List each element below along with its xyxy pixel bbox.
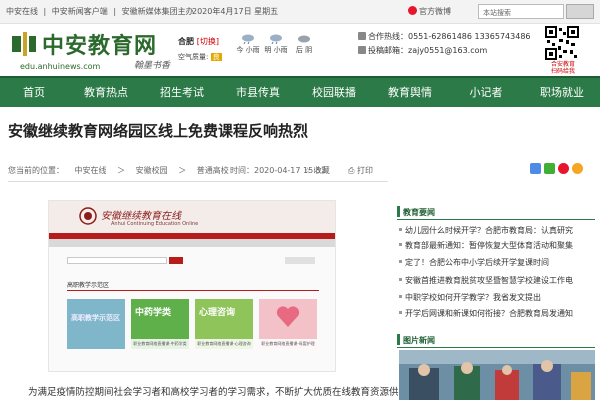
nav-item-career[interactable]: 职场就业 xyxy=(524,78,600,107)
article-image: 安徽继续教育在线 Anhui Continuing Education Onli… xyxy=(48,200,336,372)
embedded-section-line xyxy=(67,290,319,291)
star-icon: ☆ xyxy=(304,166,312,175)
current-date: 2020年4月17日 星期五 xyxy=(192,7,279,16)
wechat-icon[interactable] xyxy=(544,163,555,174)
sidebar-news-item[interactable]: 安徽首推进教育脱贫攻坚暨智慧学校建设工作电 xyxy=(399,275,593,286)
qr-code-icon xyxy=(545,26,579,60)
top-links: 中安在线 | 中安新闻客户端 | 安徽新媒体集团主办 xyxy=(6,6,197,17)
phone-icon xyxy=(358,32,366,40)
top-link-zhongan[interactable]: 中安在线 xyxy=(6,7,38,16)
weather-city: 合肥 [切换] xyxy=(178,37,220,46)
main-nav: 首页 教育热点 招生考试 市县传真 校园联播 教育舆情 小记者 职场就业 xyxy=(0,76,600,107)
embedded-section-title: 高职教学示范区 xyxy=(67,282,110,289)
heart-hands-icon xyxy=(276,306,300,327)
top-link-divider: | xyxy=(113,7,117,16)
printer-icon: ⎙ xyxy=(348,166,355,175)
embedded-search-box xyxy=(67,257,167,264)
top-utility-bar: 中安在线 | 中安新闻客户端 | 安徽新媒体集团主办 2020年4月17日 星期… xyxy=(0,0,600,24)
article-title: 安徽继续教育网络园区线上免费课程反响热烈 xyxy=(8,122,309,140)
top-link-sponsor[interactable]: 安徽新媒体集团主办 xyxy=(122,7,194,16)
embedded-login-area xyxy=(285,257,315,264)
mail-icon xyxy=(358,46,366,54)
sidebar-news-item[interactable]: 开学后网课和新课如何衔接？合肥教育局发通知 xyxy=(399,308,593,319)
weather-day-today: 今 小雨 xyxy=(234,34,262,55)
air-quality-badge: 良 xyxy=(210,53,222,61)
nav-item-home[interactable]: 首页 xyxy=(0,78,68,107)
weather-day-tomorrow: 明 小雨 xyxy=(262,34,290,55)
logo-name: 中安教育网 xyxy=(42,33,158,59)
nav-item-counties[interactable]: 市县传真 xyxy=(220,78,296,107)
sidebar-news-item[interactable]: 中职学校如何开学教学？我省发文提出 xyxy=(399,292,593,303)
article-body-paragraph: 为满足疫情防控期间社会学习者和高校学习者的学习需求，不断扩大优质在线教育资源供 xyxy=(28,387,399,398)
site-search-input[interactable]: 本站搜索 xyxy=(478,4,564,19)
sidebar-news-header: 教育要闻 xyxy=(397,204,595,220)
nav-item-hot[interactable]: 教育热点 xyxy=(68,78,144,107)
logo-mark-icon xyxy=(12,32,36,56)
weibo-icon xyxy=(408,6,417,15)
top-link-divider: | xyxy=(43,7,47,16)
sidebar-news-item[interactable]: 幼儿园什么时候开学？合肥市教育局：认真研究 xyxy=(399,225,593,236)
embedded-tile: 心理咨询 职业教育网络直播课·心理咨询 xyxy=(195,299,253,349)
top-link-app[interactable]: 中安新闻客户端 xyxy=(52,7,108,16)
weather-day-after: 后 阴 xyxy=(290,34,318,55)
sidebar-news-item[interactable]: 教育部最新通知：暂停恢复大型体育活动和聚集 xyxy=(399,240,593,251)
print-button[interactable]: ⎙ 打印 xyxy=(348,165,373,176)
breadcrumb-link-zhongan[interactable]: 中安在线 xyxy=(75,166,107,175)
sidebar-photo-header: 图片新闻 xyxy=(397,332,595,348)
breadcrumb-separator: ＞ xyxy=(178,166,187,175)
nav-item-reporter[interactable]: 小记者 xyxy=(448,78,524,107)
official-weibo-link[interactable]: 官方微博 xyxy=(408,6,451,17)
site-header: 中安教育网 edu.anhuinews.com 翰墨书香 合肥 [切换] 空气质… xyxy=(0,24,600,76)
collect-button[interactable]: ☆ 收藏 xyxy=(304,165,330,176)
qzone-icon[interactable] xyxy=(572,163,583,174)
weibo-label: 官方微博 xyxy=(419,7,451,16)
embedded-tile: 中药学类 职业教育网络直播课·中药学类 xyxy=(131,299,189,349)
embedded-search-button xyxy=(169,257,183,264)
weather-switch-link[interactable]: [切换] xyxy=(197,37,219,46)
breadcrumb-separator: ＞ xyxy=(117,166,126,175)
breadcrumb-link-university[interactable]: 普通高校 xyxy=(197,166,229,175)
header-accent xyxy=(397,206,400,217)
embedded-site-subtitle: Anhui Continuing Education Online xyxy=(111,221,199,227)
contact-info: 合作热线：0551-62861486 13365743486 投稿邮箱：zajy… xyxy=(358,30,531,58)
embedded-tile: 职业教育网络直播课·母婴护理 xyxy=(259,299,317,349)
divider xyxy=(8,181,388,182)
air-quality: 空气质量: 良 xyxy=(178,53,222,61)
breadcrumb: 您当前的位置： 中安在线 ＞ 安徽校园 ＞ 普通高校 xyxy=(8,165,237,176)
weibo-share-icon[interactable] xyxy=(558,163,569,174)
header-accent xyxy=(397,334,400,345)
embedded-tile: 高职教学示范区 xyxy=(67,299,125,349)
submission-email[interactable]: 投稿邮箱：zajy0551@163.com xyxy=(358,44,531,58)
rain-cloud-icon xyxy=(270,34,282,44)
emblem-icon xyxy=(79,207,97,225)
logo-url: edu.anhuinews.com xyxy=(20,62,101,71)
breadcrumb-label: 您当前的位置： xyxy=(8,166,64,175)
sidebar-news-item[interactable]: 定了！合肥公布中小学后续开学复课时间 xyxy=(399,257,593,268)
cloud-icon xyxy=(298,35,310,43)
weather-widget: 合肥 [切换] 空气质量: 良 今 小雨 明 小雨 后 阴 xyxy=(178,32,312,68)
nav-item-opinion[interactable]: 教育舆情 xyxy=(372,78,448,107)
rain-cloud-icon xyxy=(242,34,254,44)
qr-caption: 合安教育 扫码给我 xyxy=(550,61,575,75)
hotline: 合作热线：0551-62861486 13365743486 xyxy=(358,30,531,44)
photo-news-image[interactable] xyxy=(399,350,595,400)
logo-signature: 翰墨书香 xyxy=(134,61,171,71)
breadcrumb-link-campus[interactable]: 安徽校园 xyxy=(136,166,168,175)
nav-item-exams[interactable]: 招生考试 xyxy=(144,78,220,107)
search-button[interactable] xyxy=(566,4,594,19)
share-plus-icon[interactable] xyxy=(530,163,541,174)
embedded-site-title: 安徽继续教育在线 xyxy=(101,211,181,222)
nav-item-campus[interactable]: 校园联播 xyxy=(296,78,372,107)
embedded-sub-bar xyxy=(49,239,335,247)
